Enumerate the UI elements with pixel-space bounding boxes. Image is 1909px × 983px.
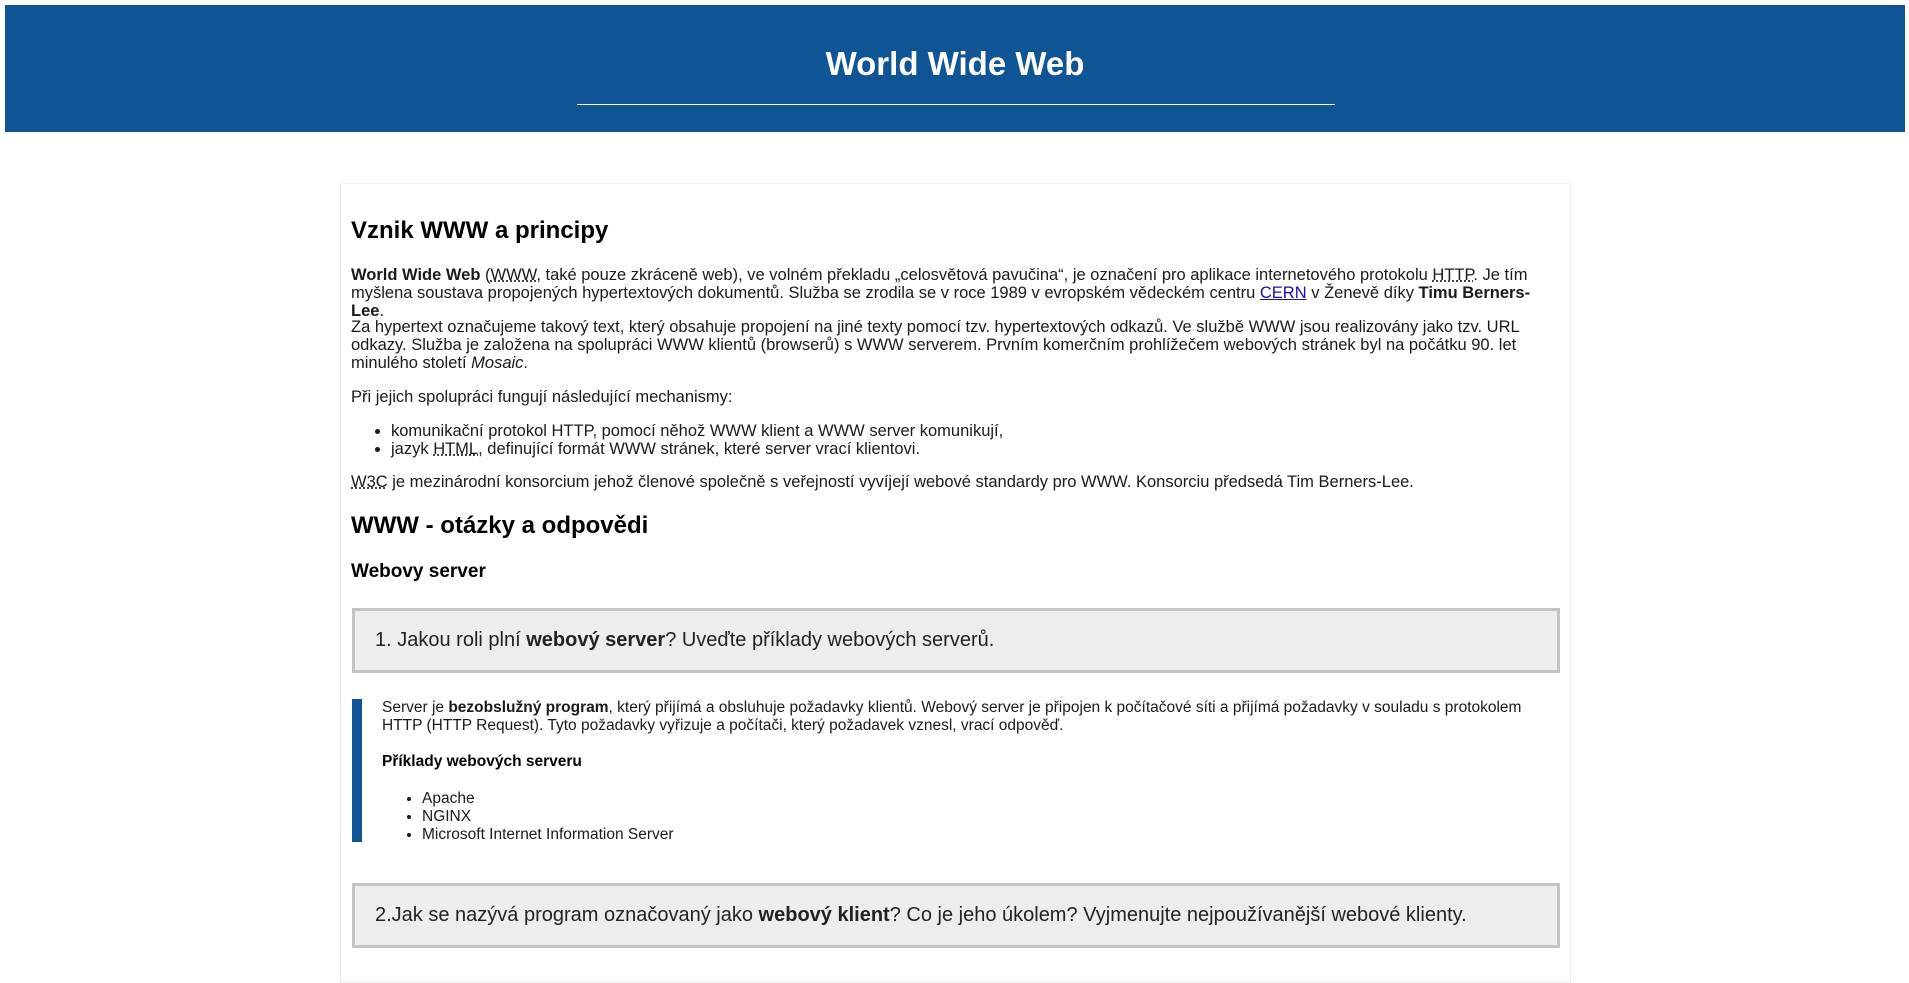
section-heading-origin: Vznik WWW a principy [351, 217, 609, 244]
question-keyword: webový server [526, 629, 666, 651]
paragraph-hypertext: Za hypertext označujeme takový text, kte… [351, 318, 1560, 372]
intro-text: , také pouze zkráceně web), ve volném př… [536, 266, 1433, 284]
question-2-text: 2.Jak se nazývá program označovaný jako … [375, 904, 1467, 927]
abbr-www: WWW [490, 266, 537, 284]
question-keyword: webový klient [758, 904, 890, 926]
intro-text: v Ženevě díky [1306, 284, 1419, 302]
intro-text: ( [480, 266, 491, 284]
site-title: World Wide Web [825, 45, 1085, 82]
mechanisms-list: komunikační protokol HTTP, pomocí něhož … [351, 422, 1003, 458]
question-1-text: 1. Jakou roli plní webový server? Uveďte… [375, 629, 994, 652]
subheading-web-server: Webovy server [351, 561, 486, 582]
list-item: Microsoft Internet Information Server [422, 826, 674, 844]
question-text: 2.Jak se nazývá program označovaný jako [375, 904, 759, 926]
list-item: jazyk HTML, definující formát WWW stráne… [391, 440, 1003, 458]
list-item-text: , definující formát WWW stránek, které s… [478, 440, 921, 458]
list-item: komunikační protokol HTTP, pomocí něhož … [391, 422, 1003, 440]
answer-1-text: Server je bezobslužný program, který při… [382, 699, 1560, 735]
abbr-w3c: W3C [351, 473, 388, 491]
question-text: 1. Jakou roli plní [375, 629, 527, 651]
list-item: Apache [422, 790, 674, 808]
answer-keyword: bezobslužný program [448, 699, 609, 716]
w3c-text: je mezinárodní konsorcium jehož členové … [387, 473, 1414, 491]
answer-block-1: Server je bezobslužný program, který při… [352, 699, 1570, 844]
paragraph-intro: World Wide Web (WWW, také pouze zkráceně… [351, 266, 1560, 320]
examples-heading: Příklady webových serveru [382, 753, 582, 770]
examples-list: Apache NGINX Microsoft Internet Informat… [382, 790, 674, 844]
question-text: ? Co je jeho úkolem? Vyjmenujte nejpouží… [889, 904, 1467, 926]
list-item-text: jazyk [391, 440, 434, 458]
intro-bold-title: World Wide Web [351, 266, 481, 284]
page-header: World Wide Web [5, 5, 1905, 132]
hypertext-text-end: . [523, 354, 529, 372]
answer-text: Server je [382, 699, 449, 716]
question-box-1: 1. Jakou roli plní webový server? Uveďte… [352, 608, 1560, 673]
main-content: Vznik WWW a principy World Wide Web (WWW… [340, 183, 1571, 983]
abbr-html: HTML [433, 440, 479, 458]
paragraph-mechanisms: Při jejich spolupráci fungují následujíc… [351, 388, 733, 406]
question-box-2: 2.Jak se nazývá program označovaný jako … [352, 883, 1560, 948]
question-text: ? Uveďte příklady webových serverů. [665, 629, 995, 651]
section-heading-qa: WWW - otázky a odpovědi [351, 512, 649, 539]
mosaic-italic: Mosaic [471, 354, 524, 372]
abbr-http: HTTP [1432, 266, 1474, 284]
paragraph-w3c: W3C je mezinárodní konsorcium jehož člen… [351, 473, 1560, 491]
list-item: NGINX [422, 808, 674, 826]
cern-link[interactable]: CERN [1260, 284, 1307, 302]
header-divider [577, 104, 1335, 105]
